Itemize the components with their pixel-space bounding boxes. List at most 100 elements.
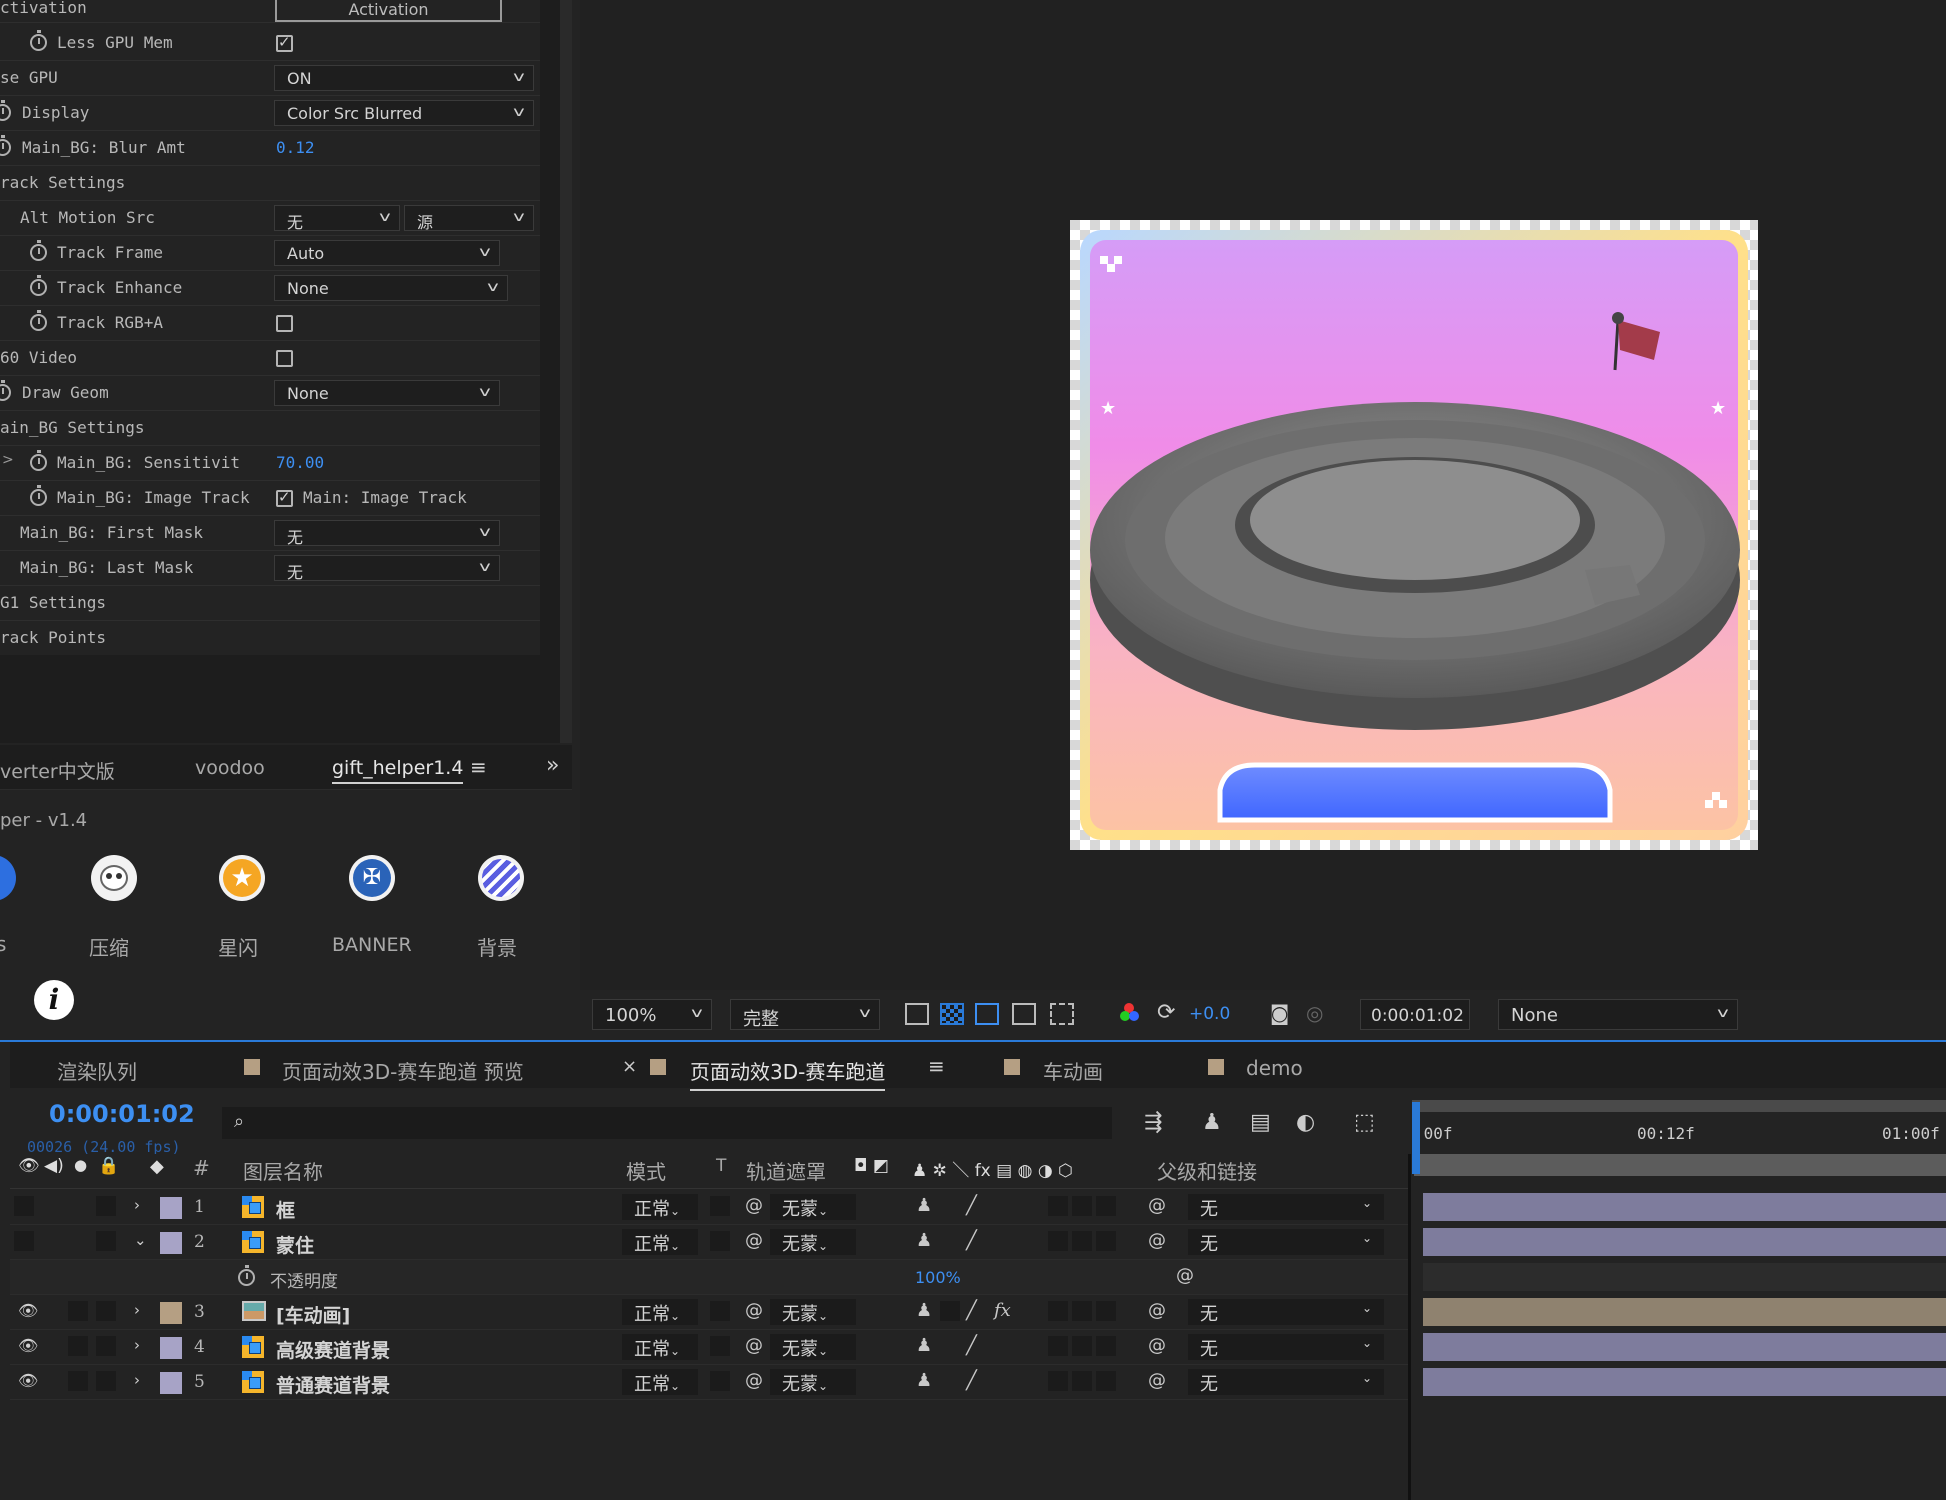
spiral-link-icon[interactable]: @ [745, 1300, 763, 1321]
camera-icon[interactable]: ◙ [1270, 1001, 1289, 1025]
blend-mode-dropdown[interactable]: 正常⌄ [622, 1334, 698, 1360]
solo-switch[interactable] [68, 1336, 88, 1356]
stopwatch-icon[interactable] [238, 1265, 255, 1286]
chevron-right-icon[interactable]: > [2, 452, 14, 468]
motion-blur-icon[interactable]: ◐ [1296, 1110, 1315, 1135]
time-ruler[interactable]: :00f 00:12f 01:00f [1412, 1114, 1946, 1154]
layer-name[interactable]: 蒙住 [276, 1231, 314, 1258]
panel-menu-icon[interactable]: ≡ [928, 1054, 945, 1078]
exposure-value[interactable]: +0.0 [1189, 1004, 1230, 1024]
banner-icon[interactable]: ✠ [349, 855, 395, 901]
preserve-transparency-toggle[interactable] [710, 1231, 730, 1251]
panda-icon[interactable] [91, 855, 137, 901]
switch-box[interactable] [940, 1301, 960, 1321]
display-dropdown[interactable]: Color Src Blurred v [274, 100, 534, 126]
switch-box[interactable] [1096, 1196, 1116, 1216]
track-matte-dropdown[interactable]: 无蒙⌄ [770, 1194, 856, 1220]
stopwatch-icon[interactable] [30, 240, 47, 261]
parent-pickwhip-icon[interactable]: @ [1148, 1195, 1166, 1216]
switch-box[interactable] [1096, 1371, 1116, 1391]
label-tag-icon[interactable]: ◆ [150, 1156, 164, 1177]
stopwatch-icon[interactable] [30, 450, 47, 471]
last-mask-dropdown[interactable]: 无v [274, 555, 500, 582]
preserve-transparency-toggle[interactable] [710, 1336, 730, 1356]
track-settings-row[interactable]: rack Settings [0, 166, 540, 201]
info-icon[interactable]: i [34, 980, 74, 1020]
grid-guides-icon[interactable] [1050, 1003, 1074, 1025]
layer-duration-bar[interactable] [1423, 1193, 1946, 1221]
layer-duration-bar[interactable] [1423, 1228, 1946, 1256]
layer-duration-bar[interactable] [1423, 1368, 1946, 1396]
parent-pickwhip-icon[interactable]: @ [1148, 1370, 1166, 1391]
stopwatch-icon[interactable] [30, 30, 47, 51]
color-channels-icon[interactable] [1120, 1003, 1144, 1025]
scrollbar[interactable] [560, 0, 572, 743]
spiral-link-icon[interactable]: @ [745, 1335, 763, 1356]
stopwatch-icon[interactable] [30, 310, 47, 331]
quality-slash-icon[interactable]: ╱ [966, 1370, 977, 1391]
resolution-dropdown[interactable]: 完整 v [730, 999, 880, 1030]
solo-switch[interactable] [68, 1301, 88, 1321]
transparency-grid-icon[interactable] [940, 1003, 964, 1025]
tab-demo[interactable]: demo [1246, 1056, 1303, 1080]
switch-box[interactable] [1072, 1231, 1092, 1251]
mask-path-icon[interactable] [975, 1003, 999, 1025]
video-switch[interactable] [14, 1196, 34, 1216]
quality-slash-icon[interactable]: ╱ [966, 1195, 977, 1216]
timeline-current-time[interactable]: 0:00:01:02 [49, 1100, 195, 1128]
g1-settings-row[interactable]: G1 Settings [0, 586, 540, 621]
track-matte-dropdown[interactable]: 无蒙⌄ [770, 1369, 856, 1395]
tab-comp-preview[interactable]: 页面动效3D-赛车跑道 预览 [282, 1056, 524, 1085]
label-color-swatch[interactable] [160, 1232, 182, 1254]
tab-converter[interactable]: verter中文版 [0, 757, 115, 784]
layer-row[interactable]: › 1 框 正常⌄ @ 无蒙⌄ ♟ ╱ @ 无 ⌄ [10, 1190, 1410, 1225]
lock-switch-icon[interactable]: 🔒 [98, 1156, 119, 1176]
less-gpu-mem-checkbox[interactable] [276, 33, 293, 52]
layer-row[interactable]: ⌄ 2 蒙住 正常⌄ @ 无蒙⌄ ♟ ╱ @ 无 ⌄ [10, 1225, 1410, 1260]
track-frame-dropdown[interactable]: Auto v [274, 240, 500, 266]
label-color-swatch[interactable] [160, 1337, 182, 1359]
tab-gift-helper[interactable]: gift_helper1.4 [332, 757, 464, 784]
tab-car-animation[interactable]: 车动画 [1043, 1056, 1103, 1085]
blend-mode-dropdown[interactable]: 正常⌄ [622, 1369, 698, 1395]
chevron-down-icon[interactable]: ⌄ [134, 1231, 147, 1249]
switch-box[interactable] [1096, 1231, 1116, 1251]
tab-comp-main[interactable]: 页面动效3D-赛车跑道 [690, 1056, 886, 1091]
switch-box[interactable] [1048, 1196, 1068, 1216]
parent-dropdown[interactable]: 无 ⌄ [1188, 1334, 1384, 1360]
stopwatch-icon[interactable] [0, 100, 11, 121]
column-parent-link[interactable]: 父级和链接 [1157, 1156, 1257, 1185]
parent-pickwhip-icon[interactable]: @ [1148, 1230, 1166, 1251]
fx-icon[interactable]: fx [994, 1300, 1011, 1321]
alt-motion-src-dropdown[interactable]: 无v [274, 205, 400, 232]
column-number[interactable]: # [193, 1156, 210, 1180]
layer-name[interactable]: 高级赛道背景 [276, 1336, 390, 1363]
parent-pickwhip-icon[interactable]: @ [1148, 1335, 1166, 1356]
switch-box[interactable] [1072, 1301, 1092, 1321]
shy-icon[interactable]: ♟ [916, 1230, 932, 1251]
video-360-checkbox[interactable] [276, 350, 293, 367]
quality-slash-icon[interactable]: ╱ [966, 1335, 977, 1356]
image-track-checkbox[interactable] [276, 488, 293, 507]
track-points-row[interactable]: rack Points [0, 621, 540, 655]
parent-dropdown[interactable]: 无 ⌄ [1188, 1369, 1384, 1395]
audio-switch-icon[interactable]: ◀) [44, 1156, 64, 1176]
switch-box[interactable] [1048, 1301, 1068, 1321]
stopwatch-icon[interactable] [0, 380, 11, 401]
parent-dropdown[interactable]: 无 ⌄ [1188, 1194, 1384, 1220]
lock-switch[interactable] [96, 1196, 116, 1216]
track-matte-dropdown[interactable]: 无蒙⌄ [770, 1334, 856, 1360]
chevron-right-icon[interactable]: › [134, 1301, 140, 1319]
label-color-swatch[interactable] [160, 1197, 182, 1219]
first-mask-dropdown[interactable]: 无v [274, 520, 500, 547]
panel-divider[interactable] [1408, 1154, 1411, 1500]
sensitivity-value[interactable]: 70.00 [276, 453, 324, 472]
label-color-swatch[interactable] [160, 1302, 182, 1324]
column-mode[interactable]: 模式 [626, 1156, 666, 1185]
video-switch[interactable] [14, 1231, 34, 1251]
use-gpu-dropdown[interactable]: ON v [274, 65, 534, 91]
work-area-bar[interactable] [1412, 1100, 1946, 1112]
shy-icon[interactable]: ♟ [916, 1195, 932, 1216]
playhead[interactable] [1412, 1102, 1420, 1174]
preserve-transparency-toggle[interactable] [710, 1371, 730, 1391]
